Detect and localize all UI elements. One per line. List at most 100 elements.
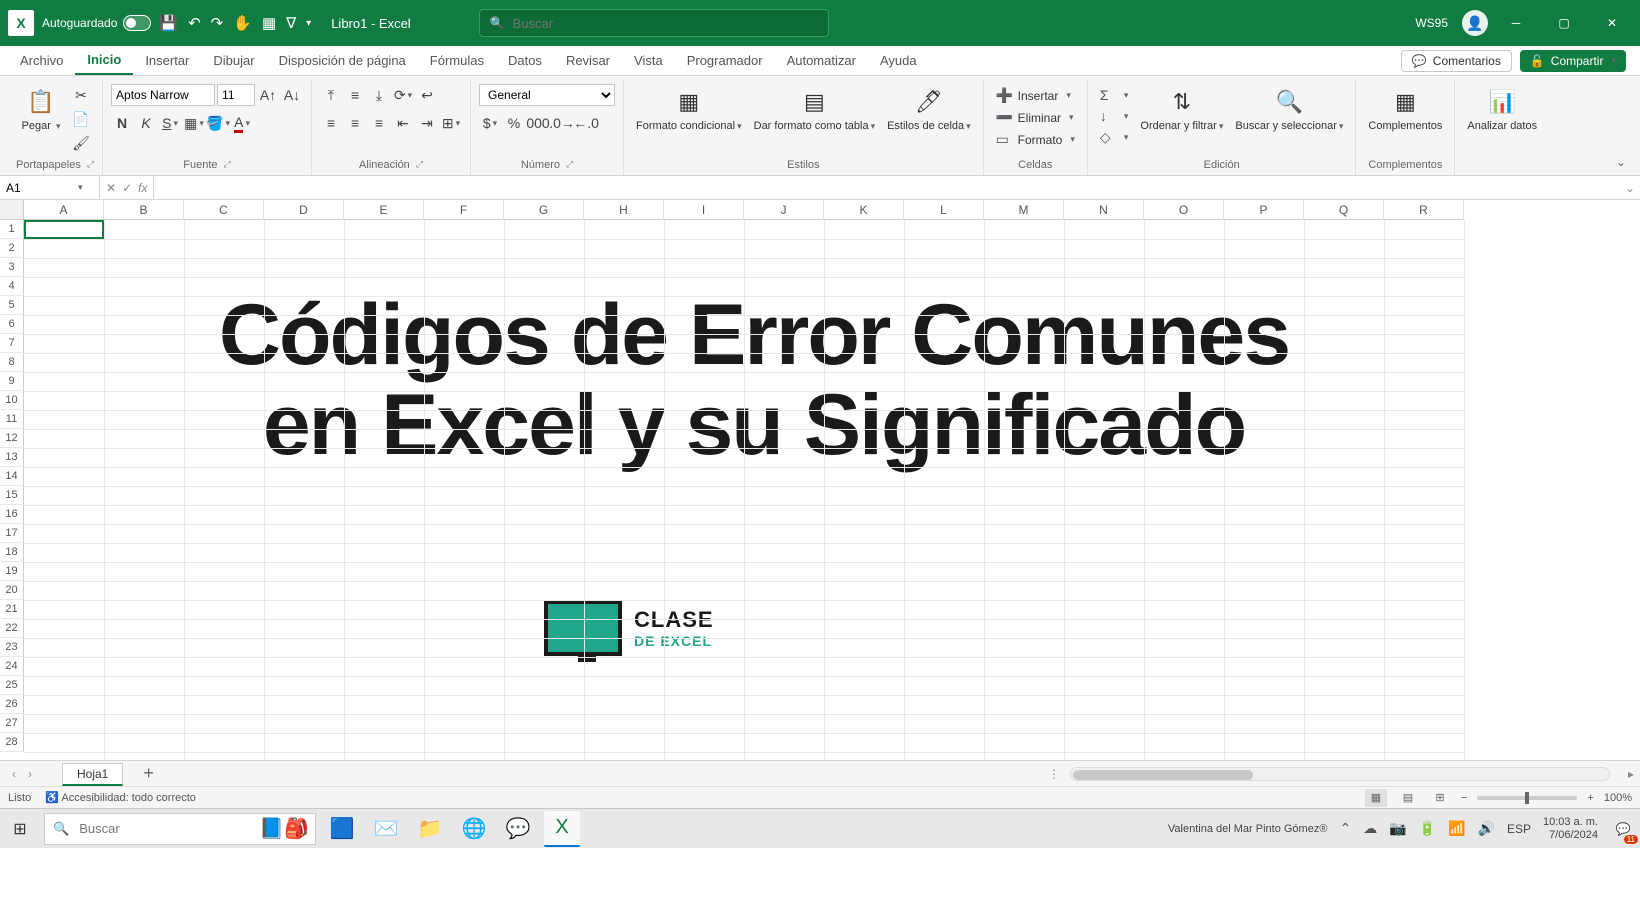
sheet-prev-icon[interactable]: ‹ (8, 765, 20, 783)
sort-filter-button[interactable]: ⇅Ordenar y filtrar▾ (1136, 84, 1227, 134)
row-header[interactable]: 7 (0, 334, 24, 353)
column-header[interactable]: M (984, 200, 1064, 220)
row-header[interactable]: 20 (0, 581, 24, 600)
format-painter-icon[interactable]: 🖌 (70, 132, 92, 154)
zoom-in-icon[interactable]: + (1587, 792, 1593, 804)
row-header[interactable]: 28 (0, 733, 24, 752)
row-header[interactable]: 4 (0, 277, 24, 296)
dialog-launcher-icon[interactable]: ⤢ (224, 159, 231, 171)
font-name-combo[interactable] (111, 84, 215, 106)
cut-icon[interactable]: ✂ (70, 84, 92, 106)
row-header[interactable]: 10 (0, 391, 24, 410)
add-sheet-button[interactable]: + (143, 763, 154, 784)
fx-icon[interactable]: fx (138, 181, 147, 195)
column-header[interactable]: P (1224, 200, 1304, 220)
font-size-combo[interactable] (217, 84, 255, 106)
column-header[interactable]: G (504, 200, 584, 220)
column-headers[interactable]: ABCDEFGHIJKLMNOPQR (24, 200, 1464, 220)
row-header[interactable]: 11 (0, 410, 24, 429)
row-header[interactable]: 9 (0, 372, 24, 391)
row-header[interactable]: 24 (0, 657, 24, 676)
scroll-right-icon[interactable]: ▸ (1622, 767, 1640, 781)
wifi-icon[interactable]: 📶 (1448, 820, 1465, 837)
normal-view-icon[interactable]: ▦ (1365, 789, 1387, 807)
user-avatar-icon[interactable]: 👤 (1462, 10, 1488, 36)
clear-button[interactable]: ◇▾ (1096, 128, 1133, 147)
row-header[interactable]: 23 (0, 638, 24, 657)
tab-insertar[interactable]: Insertar (133, 46, 201, 75)
align-bottom-icon[interactable]: ⤓ (368, 84, 390, 106)
find-select-button[interactable]: 🔍Buscar y seleccionar▾ (1231, 84, 1347, 134)
filter-icon[interactable]: ∇ (286, 14, 296, 32)
minimize-button[interactable]: ─ (1496, 9, 1536, 37)
conditional-format-button[interactable]: ▦Formato condicional▾ (632, 84, 746, 134)
paste-button[interactable]: 📋 Pegar ▾ (16, 84, 66, 134)
horizontal-scrollbar[interactable] (1070, 767, 1610, 781)
format-as-table-button[interactable]: ▤Dar formato como tabla▾ (750, 84, 879, 134)
accounting-icon[interactable]: $▾ (479, 112, 501, 134)
font-color-icon[interactable]: A▾ (231, 112, 253, 134)
tab-inicio[interactable]: Inicio (75, 46, 133, 75)
column-header[interactable]: O (1144, 200, 1224, 220)
formula-input[interactable] (160, 181, 1614, 195)
tab-revisar[interactable]: Revisar (554, 46, 622, 75)
column-header[interactable]: F (424, 200, 504, 220)
increase-decimal-icon[interactable]: .0→ (551, 112, 573, 134)
accessibility-status[interactable]: ♿ Accesibilidad: todo correcto (45, 791, 196, 804)
tab-programador[interactable]: Programador (675, 46, 775, 75)
taskbar-app-store[interactable]: 🟦 (324, 811, 360, 847)
tab-ayuda[interactable]: Ayuda (868, 46, 929, 75)
row-header[interactable]: 22 (0, 619, 24, 638)
zoom-out-icon[interactable]: − (1461, 792, 1467, 804)
align-right-icon[interactable]: ≡ (368, 112, 390, 134)
row-header[interactable]: 19 (0, 562, 24, 581)
tab-datos[interactable]: Datos (496, 46, 554, 75)
column-header[interactable]: Q (1304, 200, 1384, 220)
row-header[interactable]: 2 (0, 239, 24, 258)
taskbar-app-excel[interactable]: X (544, 811, 580, 847)
addins-button[interactable]: ▦Complementos (1364, 84, 1446, 134)
notifications-icon[interactable]: 💬11 (1610, 816, 1636, 842)
redo-icon[interactable]: ↷ (211, 14, 224, 32)
search-input[interactable] (513, 16, 818, 31)
spreadsheet-grid[interactable]: ABCDEFGHIJKLMNOPQR 123456789101112131415… (0, 200, 1640, 760)
row-header[interactable]: 12 (0, 429, 24, 448)
column-header[interactable]: B (104, 200, 184, 220)
row-header[interactable]: 15 (0, 486, 24, 505)
taskbar-app-chrome[interactable]: 🌐 (456, 811, 492, 847)
row-header[interactable]: 26 (0, 695, 24, 714)
delete-cells-button[interactable]: ➖Eliminar▾ (992, 108, 1079, 127)
row-header[interactable]: 1 (0, 220, 24, 239)
dialog-launcher-icon[interactable]: ⤢ (87, 159, 94, 171)
zoom-slider-knob[interactable] (1525, 792, 1529, 804)
zoom-level[interactable]: 100% (1604, 792, 1632, 804)
column-header[interactable]: H (584, 200, 664, 220)
tab-archivo[interactable]: Archivo (8, 46, 75, 75)
cell-styles-button[interactable]: 🖊Estilos de celda▾ (883, 84, 975, 134)
autosum-button[interactable]: Σ▾ (1096, 86, 1133, 104)
volume-icon[interactable]: 🔊 (1478, 820, 1495, 837)
expand-formula-bar-icon[interactable]: ⌄ (1620, 176, 1640, 199)
tab-automatizar[interactable]: Automatizar (775, 46, 868, 75)
meet-now-icon[interactable]: 📷 (1389, 820, 1406, 837)
decrease-indent-icon[interactable]: ⇤ (392, 112, 414, 134)
scrollbar-thumb[interactable] (1073, 770, 1253, 780)
column-header[interactable]: J (744, 200, 824, 220)
underline-icon[interactable]: S▾ (159, 112, 181, 134)
row-header[interactable]: 5 (0, 296, 24, 315)
battery-icon[interactable]: 🔋 (1419, 820, 1436, 837)
row-header[interactable]: 27 (0, 714, 24, 733)
tray-expand-icon[interactable]: ⌃ (1339, 820, 1351, 837)
number-format-combo[interactable]: General (479, 84, 615, 106)
align-left-icon[interactable]: ≡ (320, 112, 342, 134)
comments-button[interactable]: 💬 Comentarios (1401, 50, 1512, 72)
row-header[interactable]: 17 (0, 524, 24, 543)
dialog-launcher-icon[interactable]: ⤢ (416, 159, 423, 171)
merge-center-icon[interactable]: ⊞▾ (440, 112, 462, 134)
qat-grid-icon[interactable]: ▦ (262, 14, 276, 32)
undo-icon[interactable]: ↶ (188, 14, 201, 32)
bold-icon[interactable]: N (111, 112, 133, 134)
tab-fórmulas[interactable]: Fórmulas (418, 46, 496, 75)
insert-cells-button[interactable]: ➕Insertar▾ (992, 86, 1079, 105)
taskbar-app-whatsapp[interactable]: 💬 (500, 811, 536, 847)
